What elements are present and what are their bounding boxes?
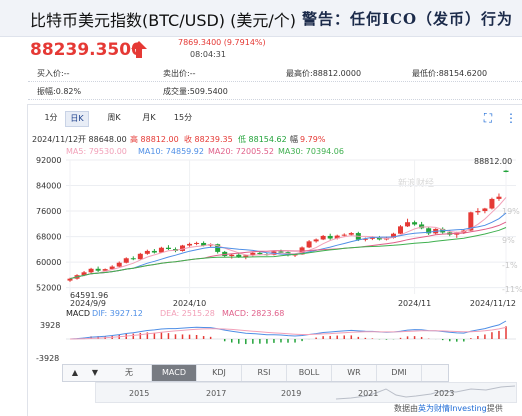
year-label: 2017 <box>206 389 227 398</box>
ohlc-open: 开 88648.00 <box>78 135 127 144</box>
macd-histogram <box>66 320 516 345</box>
y-axis: 92000 84000 76000 68000 60000 52000 <box>36 156 61 293</box>
data-source: 数据由英为财情Investing提供 <box>394 403 503 414</box>
candle-body <box>116 262 122 267</box>
scroll-left-icon[interactable]: ▲ <box>67 365 83 381</box>
y-tick-label: 68000 <box>36 233 61 242</box>
source-prefix: 数据由 <box>394 404 418 413</box>
right-tick-label: 9% <box>502 236 515 245</box>
ohlc-high: 高 88812.00 <box>130 134 179 144</box>
indicator-dmi[interactable]: DMI <box>377 365 422 381</box>
candle-body <box>144 250 150 254</box>
ma-line <box>69 212 507 280</box>
indicator-kdj[interactable]: KDJ <box>197 365 242 381</box>
candle-body <box>67 278 73 281</box>
candle-body <box>229 254 235 257</box>
indicator-none[interactable]: 无 <box>107 365 152 381</box>
indicator-rsi[interactable]: RSI <box>242 365 287 381</box>
dif-line <box>69 320 507 340</box>
indicator-boll[interactable]: BOLL <box>287 365 332 381</box>
watermark: 新浪财经 <box>398 177 434 189</box>
ma10-legend: MA10: 74859.92 <box>138 147 204 156</box>
dea-legend: DEA: 2515.28 <box>160 309 215 318</box>
x-tick-label: 2024/10 <box>173 299 206 308</box>
candle-body <box>405 222 411 227</box>
x-tick-label: 2024/11/12 <box>470 299 516 308</box>
y-tick-label: 92000 <box>36 156 61 165</box>
x-tick-label: 2024/9/9 <box>70 299 106 308</box>
max-label: 88812.00 <box>474 157 512 166</box>
candle-body <box>348 233 354 235</box>
candle-body <box>257 252 263 255</box>
ma5-legend: MA5: 79530.00 <box>66 147 127 156</box>
timeline-navigator[interactable]: 2015 2017 2019 2021 2023 <box>95 382 517 403</box>
candle-body <box>327 235 333 239</box>
candle-body <box>398 226 404 234</box>
candle-body <box>482 208 488 212</box>
indicator-wr[interactable]: WR <box>332 365 377 381</box>
source-link[interactable]: 英为财情Investing <box>418 404 487 413</box>
ma20-legend: MA20: 72005.52 <box>208 147 274 156</box>
min-label: 64591.96 <box>70 291 108 300</box>
candle-body <box>123 258 129 263</box>
y-tick-label: 60000 <box>36 258 61 267</box>
candles <box>67 170 509 282</box>
right-tick-label: -1% <box>502 261 518 270</box>
candle-body <box>475 211 481 213</box>
macd-top-tick: 3928 <box>40 321 60 330</box>
ma-line <box>69 197 507 280</box>
candle-body <box>496 196 502 199</box>
candle-body <box>88 268 94 273</box>
candle-body <box>95 268 101 271</box>
x-tick-label: 2024/11 <box>398 299 431 308</box>
scroll-right-icon[interactable]: ▼ <box>87 365 103 381</box>
candle-body <box>194 242 200 244</box>
ohlc-close: 收 88239.35 <box>184 134 233 144</box>
candle-body <box>306 241 312 248</box>
y-tick-label: 76000 <box>36 207 61 216</box>
price-chart: 2024/11/12 开 88648.00 高 88812.00 收 88239… <box>32 134 522 363</box>
candle-body <box>313 239 319 242</box>
macd-value-legend: MACD: 2823.68 <box>222 309 284 318</box>
moving-averages <box>69 197 507 280</box>
year-label: 2023 <box>434 389 455 398</box>
source-suffix: 提供 <box>486 404 503 413</box>
ohlc-pct: 9.79% <box>300 135 326 144</box>
y-tick-label: 52000 <box>36 284 61 293</box>
ma30-legend: MA30: 70394.06 <box>278 147 344 156</box>
candle-body <box>341 234 347 236</box>
ohlc-date: 2024/11/12 <box>32 135 78 144</box>
year-label: 2015 <box>129 389 150 398</box>
candle-body <box>320 235 326 240</box>
chart-grid <box>66 159 516 294</box>
candle-body <box>489 198 495 209</box>
indicator-macd[interactable]: MACD <box>152 365 197 381</box>
year-label: 2021 <box>358 389 379 398</box>
x-axis: 2024/9/9 2024/10 2024/11 2024/11/12 <box>70 299 516 308</box>
candle-body <box>503 170 509 172</box>
right-tick-label: -11% <box>502 285 522 294</box>
dif-legend: DIF: 3927.12 <box>92 309 143 318</box>
dea-line <box>69 326 507 340</box>
macd-title: MACD <box>66 309 90 318</box>
candle-body <box>151 250 157 253</box>
y-tick-label: 84000 <box>36 182 61 191</box>
ohlc-pct-label: 幅 <box>290 134 298 144</box>
ohlc-low: 低 88154.62 <box>238 134 287 144</box>
year-label: 2019 <box>281 389 302 398</box>
macd-bottom-tick: -3928 <box>36 354 59 363</box>
candle-body <box>165 247 171 250</box>
right-axis: 19%9%-1%-11% <box>502 207 522 294</box>
candle-body <box>412 222 418 225</box>
candle-body <box>137 253 143 260</box>
candle-body <box>278 251 284 253</box>
candle-body <box>187 243 193 246</box>
indicator-tabs: ▲ ▼ 无 MACD KDJ RSI BOLL WR DMI <box>62 364 449 382</box>
candle-body <box>130 258 136 260</box>
